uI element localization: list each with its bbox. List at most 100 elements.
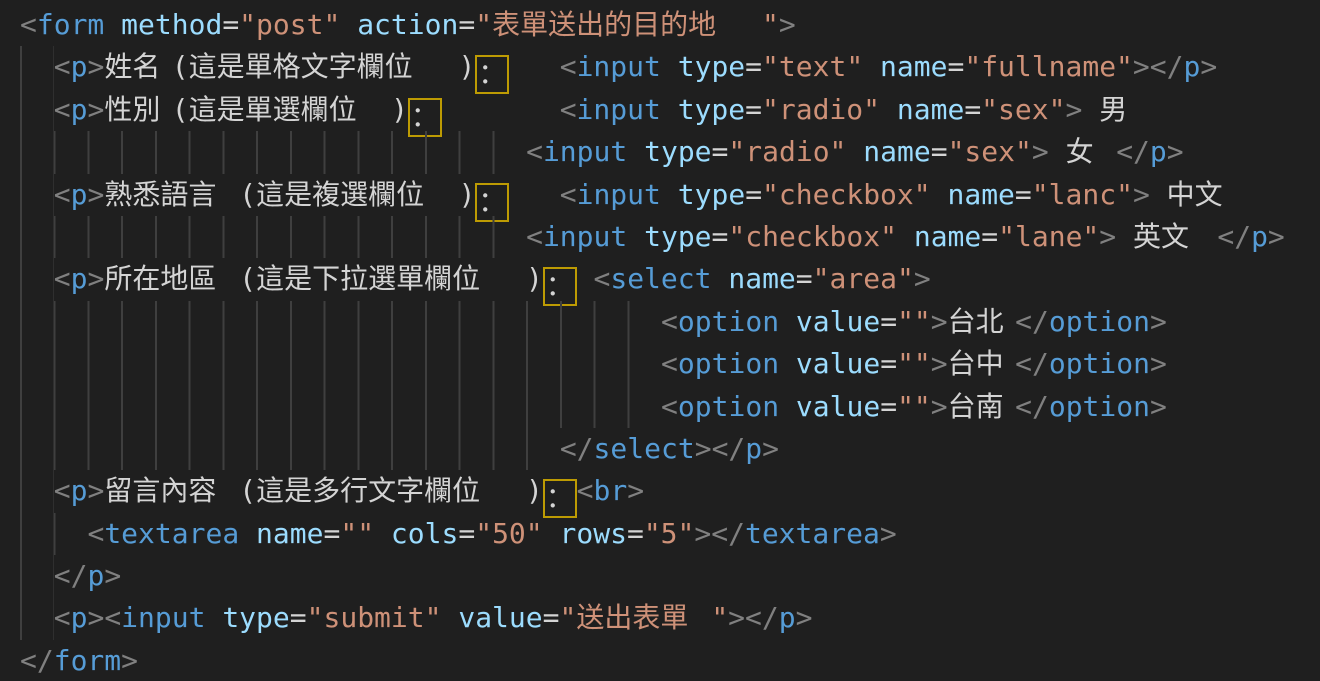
- code-token: </: [711, 517, 745, 550]
- code-token: (: [239, 178, 256, 211]
- code-token: <: [661, 347, 678, 380]
- code-token: type: [222, 601, 289, 634]
- code-token: [1082, 93, 1099, 126]
- code-token: [1150, 178, 1167, 211]
- code-token: "lanc": [1032, 178, 1133, 211]
- code-token: 留言內容: [104, 470, 239, 512]
- code-token: <: [54, 178, 71, 211]
- code-token: 這是複選欄位: [256, 174, 458, 216]
- code-token: p: [745, 432, 762, 465]
- code-token: =: [290, 601, 307, 634]
- code-token: >: [796, 601, 813, 634]
- code-token: [374, 517, 391, 550]
- code-token: option: [1049, 305, 1150, 338]
- code-token: cols: [391, 517, 458, 550]
- indent-guides: [20, 216, 526, 258]
- code-token: "": [897, 305, 931, 338]
- code-line: <p>性別(這是單選欄位)： <input type="radio" name=…: [20, 89, 1320, 131]
- code-token: </: [1015, 305, 1049, 338]
- code-token: ): [526, 474, 543, 507]
- code-token: [897, 220, 914, 253]
- code-line: <form method="post" action="表單送出的目的地">: [20, 4, 1320, 46]
- code-token: [543, 517, 560, 550]
- code-token: </: [54, 559, 88, 592]
- code-token: type: [644, 220, 711, 253]
- code-line: <p><input type="submit" value="送出表單"></p…: [20, 597, 1320, 639]
- code-token: [846, 135, 863, 168]
- code-token: rows: [560, 517, 627, 550]
- code-token: input: [577, 50, 661, 83]
- code-token: [661, 178, 678, 211]
- code-token: "sex": [948, 135, 1032, 168]
- code-token: "": [340, 517, 374, 550]
- code-token: 這是單選欄位: [189, 89, 391, 131]
- code-token: >: [1032, 135, 1049, 168]
- code-token: =: [880, 305, 897, 338]
- code-token: >: [694, 517, 711, 550]
- code-token: >: [87, 601, 104, 634]
- code-token: >: [931, 390, 948, 423]
- code-token: p: [1150, 135, 1167, 168]
- code-token: [239, 517, 256, 550]
- code-token: >: [1200, 50, 1217, 83]
- code-token: value: [796, 390, 880, 423]
- code-token: <: [54, 262, 71, 295]
- code-token: [340, 8, 357, 41]
- code-token: <: [54, 93, 71, 126]
- code-token: 女: [1066, 131, 1100, 173]
- code-token: "radio": [728, 135, 846, 168]
- code-token: input: [577, 178, 661, 211]
- code-token: =: [712, 135, 729, 168]
- code-token: =: [745, 93, 762, 126]
- code-token: =: [323, 517, 340, 550]
- code-line: </form>: [20, 640, 1320, 681]
- code-token: =: [543, 601, 560, 634]
- code-token: 男: [1099, 89, 1133, 131]
- code-token: </: [1015, 390, 1049, 423]
- code-token: [712, 262, 729, 295]
- code-token: value: [458, 601, 542, 634]
- code-token: name: [256, 517, 323, 550]
- code-token: <: [526, 220, 543, 253]
- code-line: <p>姓名(這是單格文字欄位)： <input type="text" name…: [20, 46, 1320, 88]
- code-token: 表單送出的目的地: [492, 4, 762, 46]
- code-token: [627, 220, 644, 253]
- code-token: "5": [644, 517, 695, 550]
- code-token: [1049, 135, 1066, 168]
- code-token: >: [627, 474, 644, 507]
- code-line: <textarea name="" cols="50" rows="5"></t…: [20, 513, 1320, 555]
- code-token: p: [71, 474, 88, 507]
- code-line: <option value="">台北</option>: [20, 301, 1320, 343]
- code-token: option: [678, 390, 779, 423]
- code-token: 這是單格文字欄位: [189, 46, 459, 88]
- code-line: <option value="">台中</option>: [20, 343, 1320, 385]
- code-token: p: [779, 601, 796, 634]
- code-token: ": [560, 601, 577, 634]
- code-token: ": [475, 8, 492, 41]
- code-token: option: [1049, 347, 1150, 380]
- code-token: >: [87, 474, 104, 507]
- code-token: =: [627, 517, 644, 550]
- code-token: [779, 390, 796, 423]
- code-token: [205, 601, 222, 634]
- indent-guides: [20, 89, 54, 131]
- code-line: <option value="">台南</option>: [20, 386, 1320, 428]
- code-token: "": [897, 347, 931, 380]
- code-token: >: [914, 262, 931, 295]
- code-token: 台南: [948, 386, 1015, 428]
- code-token: form: [54, 644, 121, 677]
- code-token: [441, 601, 458, 634]
- code-token: </: [745, 601, 779, 634]
- code-line: </p>: [20, 555, 1320, 597]
- code-token: 英文: [1133, 216, 1200, 258]
- code-editor[interactable]: <form method="post" action="表單送出的目的地"><p…: [0, 0, 1320, 681]
- code-token: ): [526, 262, 543, 295]
- code-token: method: [121, 8, 222, 41]
- code-token: ): [459, 178, 476, 211]
- code-token: input: [577, 93, 661, 126]
- code-token: [577, 262, 594, 295]
- indent-guides: [20, 174, 54, 216]
- code-token: >: [87, 178, 104, 211]
- code-token: p: [71, 178, 88, 211]
- code-token: [509, 50, 560, 83]
